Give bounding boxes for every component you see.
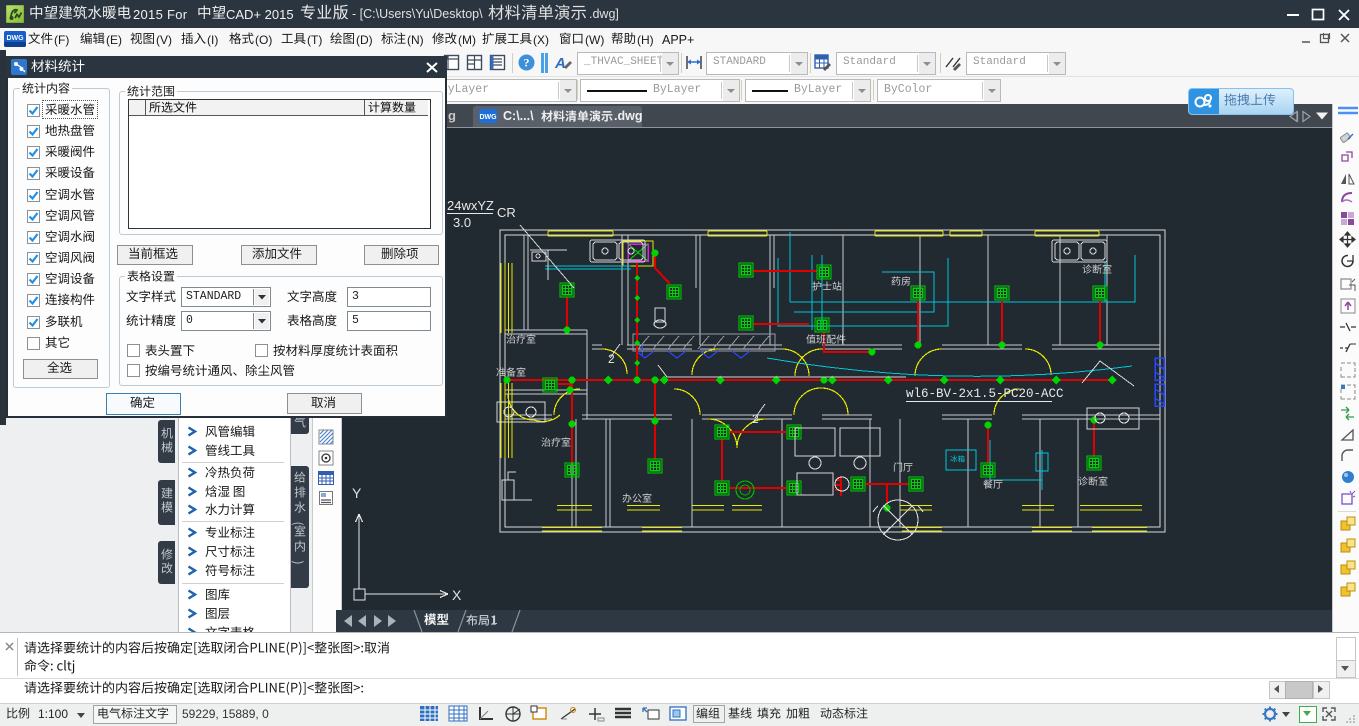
- svg-text:DWG: DWG: [479, 114, 497, 121]
- svg-text:A: A: [554, 55, 566, 72]
- svg-text:DWG: DWG: [6, 35, 24, 42]
- svg-text:?: ?: [524, 56, 530, 70]
